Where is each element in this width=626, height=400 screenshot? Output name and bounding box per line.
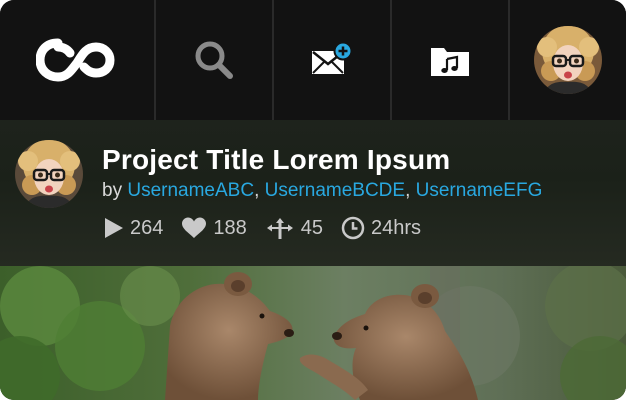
nav-home[interactable] (0, 0, 156, 120)
plays-stat: 264 (102, 217, 163, 240)
search-icon (195, 41, 233, 79)
project-credits: by UsernameABC, UsernameBCDE, UsernameEF… (102, 180, 542, 202)
age-stat: 24hrs (341, 216, 421, 240)
heart-icon (182, 217, 207, 238)
likes-count: 188 (213, 216, 247, 239)
music-folder-icon (431, 48, 469, 76)
age-text: 24hrs (371, 216, 422, 239)
project-cover-image[interactable] (0, 266, 626, 400)
plays-count: 264 (130, 216, 164, 239)
clock-icon (341, 216, 365, 240)
top-nav (0, 0, 626, 120)
app-window: Project Title Lorem Ipsum by UsernameABC… (0, 0, 626, 400)
project-owner-avatar[interactable] (14, 139, 84, 209)
separator: , (405, 180, 416, 201)
mail-add-icon (312, 42, 353, 74)
by-label: by (102, 180, 123, 201)
user-link-bcde[interactable]: UsernameBCDE (265, 180, 405, 201)
avatar (534, 26, 602, 94)
avatar (15, 140, 83, 208)
nav-profile[interactable] (510, 0, 626, 120)
remix-icon (266, 218, 293, 239)
cover-photo (0, 266, 626, 400)
play-icon (105, 218, 123, 238)
user-link-abc[interactable]: UsernameABC (127, 180, 254, 201)
separator: , (254, 180, 265, 201)
remixes-stat: 45 (265, 216, 323, 240)
nav-search[interactable] (156, 0, 274, 120)
infinity-logo-icon (36, 38, 115, 82)
project-header: Project Title Lorem Ipsum by UsernameABC… (0, 120, 626, 266)
project-stats: 264 188 45 24hrs (102, 216, 439, 240)
nav-messages[interactable] (274, 0, 392, 120)
project-title: Project Title Lorem Ipsum (102, 144, 451, 175)
remixes-count: 45 (300, 216, 323, 239)
nav-music-library[interactable] (392, 0, 510, 120)
likes-stat: 188 (181, 216, 247, 240)
user-link-efg[interactable]: UsernameEFG (416, 180, 543, 201)
